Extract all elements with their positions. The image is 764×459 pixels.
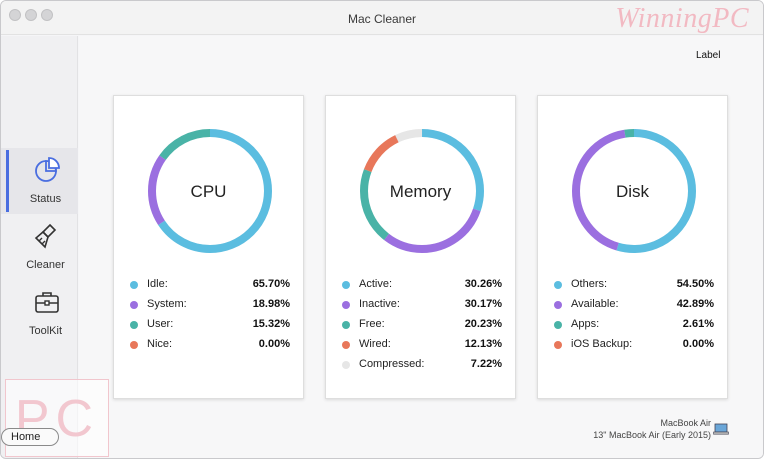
pie-chart-icon [35, 157, 60, 182]
legend-value: 0.00% [258, 338, 290, 350]
legend-row: Nice: 0.00% [130, 338, 290, 358]
header-label: Label [696, 50, 721, 61]
legend-value: 30.17% [464, 298, 502, 310]
legend-value: 30.26% [464, 278, 502, 290]
legend-label: Free: [359, 318, 385, 330]
legend-value: 0.00% [682, 338, 714, 350]
legend-value: 7.22% [470, 358, 502, 370]
legend-dot [342, 321, 350, 329]
legend-label: Nice: [147, 338, 173, 350]
sidebar-item-toolkit[interactable]: ToolKit [1, 280, 78, 346]
sidebar-item-label: Status [29, 193, 62, 205]
legend-dot [342, 281, 350, 289]
legend-row: User: 15.32% [130, 318, 290, 338]
legend-label: Wired: [359, 338, 391, 350]
legend-label: Compressed: [359, 358, 425, 370]
legend-value: 12.13% [464, 338, 502, 350]
legend-row: Wired: 12.13% [342, 338, 502, 358]
memory-legend: Active: 30.26% Inactive: 30.17% Free: 20.23… [342, 278, 502, 378]
sidebar-item-status[interactable]: Status [1, 148, 78, 214]
legend-row: iOS Backup: 0.00% [554, 338, 714, 358]
card-title: Memory [389, 182, 452, 201]
legend-row: Others: 54.50% [554, 278, 714, 298]
legend-value: 65.70% [252, 278, 290, 290]
legend-label: System: [147, 298, 187, 310]
legend-label: Apps: [571, 318, 600, 330]
legend-dot [130, 341, 138, 349]
legend-row: Idle: 65.70% [130, 278, 290, 298]
legend-dot [342, 301, 350, 309]
legend-label: Active: [359, 278, 393, 290]
legend-dot [554, 321, 562, 329]
brush-icon [34, 223, 57, 249]
legend-label: Others: [571, 278, 608, 290]
legend-label: User: [147, 318, 174, 330]
legend-dot [554, 281, 562, 289]
cpu-card: CPU Idle: 65.70% System: 18.98% User: 15.32… [113, 95, 304, 399]
app-window: Mac Cleaner WinningPC Status Cleaner Too… [0, 0, 764, 459]
legend-value: 2.61% [682, 318, 714, 330]
title-bar: Mac Cleaner WinningPC [1, 1, 763, 35]
legend-value: 42.89% [676, 298, 714, 310]
cpu-legend: Idle: 65.70% System: 18.98% User: 15.32% Ni… [130, 278, 290, 358]
legend-row: Inactive: 30.17% [342, 298, 502, 318]
legend-label: Available: [571, 298, 619, 310]
card-title: CPU [190, 182, 227, 201]
legend-dot [130, 281, 138, 289]
legend-dot [130, 321, 138, 329]
legend-row: Active: 30.26% [342, 278, 502, 298]
legend-dot [342, 341, 350, 349]
legend-value: 15.32% [252, 318, 290, 330]
legend-row: System: 18.98% [130, 298, 290, 318]
legend-row: Available: 42.89% [554, 298, 714, 318]
home-button[interactable]: Home [1, 428, 59, 446]
legend-dot [130, 301, 138, 309]
legend-dot [554, 301, 562, 309]
device-info: MacBook Air 13" MacBook Air (Early 2015) [593, 417, 711, 441]
legend-label: iOS Backup: [571, 338, 633, 350]
legend-value: 54.50% [676, 278, 714, 290]
sidebar-item-label: ToolKit [28, 325, 63, 337]
sidebar-item-label: Cleaner [26, 259, 65, 271]
legend-dot [554, 341, 562, 349]
legend-label: Inactive: [359, 298, 400, 310]
legend-label: Idle: [147, 278, 168, 290]
legend-row: Compressed: 7.22% [342, 358, 502, 378]
card-title: Disk [615, 182, 650, 201]
toolbox-icon [35, 292, 59, 313]
device-name: MacBook Air [660, 418, 711, 428]
legend-value: 20.23% [464, 318, 502, 330]
legend-row: Apps: 2.61% [554, 318, 714, 338]
legend-row: Free: 20.23% [342, 318, 502, 338]
disk-card: Disk Others: 54.50% Available: 42.89% Apps… [537, 95, 728, 399]
device-model: 13" MacBook Air (Early 2015) [593, 430, 711, 440]
legend-value: 18.98% [252, 298, 290, 310]
memory-card: Memory Active: 30.26% Inactive: 30.17% Fre… [325, 95, 516, 399]
legend-dot [342, 361, 350, 369]
disk-legend: Others: 54.50% Available: 42.89% Apps: 2.61… [554, 278, 714, 358]
watermark-logo: WinningPC [615, 3, 749, 34]
laptop-icon [713, 423, 729, 435]
sidebar-item-cleaner[interactable]: Cleaner [1, 214, 78, 280]
